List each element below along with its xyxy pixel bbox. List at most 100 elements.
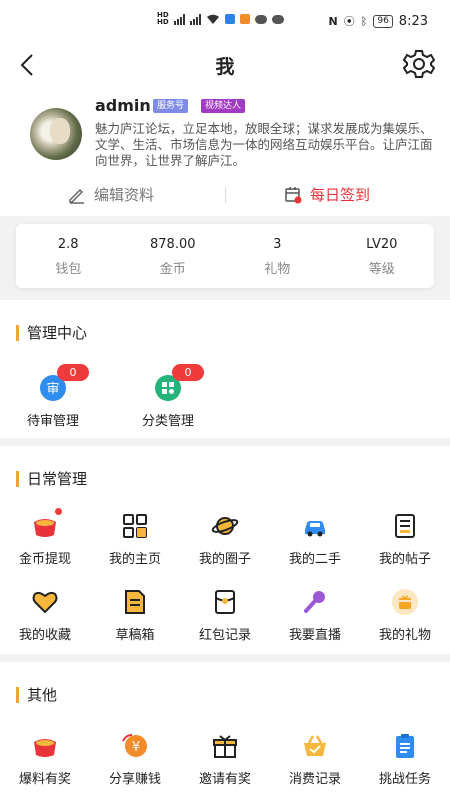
share-earn-item[interactable]: ¥ 分享赚钱 (90, 732, 180, 787)
item-label: 我的礼物 (378, 628, 431, 643)
my-favorites-item[interactable]: 我的收藏 (0, 588, 90, 643)
microphone-icon (301, 588, 329, 616)
item-label: 我的圈子 (198, 552, 251, 567)
invite-reward-item[interactable]: 邀请有奖 (180, 732, 270, 787)
item-label: 红包记录 (198, 628, 251, 643)
bio-text: 魅力庐江论坛，立足本地，放眼全球；谋求发展成为集娱乐、文学、生活、市场信息为一体… (95, 121, 433, 168)
stats-card: 2.8 钱包 878.00 金币 3 礼物 LV20 等级 (16, 224, 434, 288)
item-label: 分享赚钱 (108, 772, 161, 787)
stat-coins[interactable]: 878.00 金币 (121, 224, 226, 288)
daily-header: 日常管理 (16, 468, 87, 489)
profile-actions: 编辑资料 每日签到 (0, 184, 450, 206)
item-label: 我的主页 (108, 552, 161, 567)
item-label: 我的帖子 (378, 552, 431, 567)
share-money-icon: ¥ (121, 732, 149, 760)
stat-gifts[interactable]: 3 礼物 (225, 224, 330, 288)
signal-icon (173, 13, 185, 25)
section-title: 日常管理 (27, 470, 88, 488)
section-title: 管理中心 (27, 324, 88, 342)
drafts-item[interactable]: 草稿箱 (90, 588, 180, 643)
edit-profile-button[interactable]: 编辑资料 (68, 184, 154, 205)
tip-reward-item[interactable]: 爆料有奖 (0, 732, 90, 787)
management-header: 管理中心 (16, 322, 87, 343)
pencil-icon (69, 188, 84, 204)
item-label: 我要直播 (288, 628, 341, 643)
svg-text:审: 审 (46, 382, 59, 397)
section-accent (16, 324, 19, 341)
gear-icon[interactable] (402, 47, 436, 81)
red-envelope-icon (211, 588, 239, 616)
post-icon (391, 512, 419, 540)
other-section: 其他 爆料有奖 ¥ 分享赚钱 邀请有奖 消费记录 挑战任务 (0, 662, 450, 800)
consumption-record-item[interactable]: 消费记录 (270, 732, 360, 787)
action-divider (225, 187, 226, 203)
avatar[interactable] (30, 108, 82, 160)
stat-value: 3 (273, 237, 282, 252)
section-accent (16, 686, 19, 703)
profile-section: admin 服务号 视频达人 魅力庐江论坛，立足本地，放眼全球；谋求发展成为集娱… (0, 88, 450, 216)
chat-icon (271, 14, 284, 24)
pending-review-icon: 审 0 (39, 364, 89, 402)
clipboard-icon (391, 732, 419, 760)
my-homepage-item[interactable]: 我的主页 (90, 512, 180, 567)
stat-label: 钱包 (55, 262, 82, 277)
service-badge: 服务号 (153, 99, 189, 113)
category-manage-item[interactable]: 0 分类管理 (123, 364, 213, 429)
wechat-icon (254, 14, 267, 24)
draft-icon (121, 588, 149, 616)
stat-label: 金币 (159, 262, 186, 277)
signal-icon-2 (189, 13, 201, 25)
other-header: 其他 (16, 684, 57, 705)
svg-text:¥: ¥ (132, 740, 140, 755)
pending-review-item[interactable]: 审 0 待审管理 (8, 364, 98, 429)
coin-withdraw-icon (31, 508, 62, 540)
item-label: 邀请有奖 (198, 772, 251, 787)
item-label: 消费记录 (288, 772, 341, 787)
my-gifts-item[interactable]: 我的礼物 (360, 588, 450, 643)
daily-section: 日常管理 金币提现 我的主页 我的圈子 我的二手 我的帖子 我的收藏 草稿箱 红… (0, 446, 450, 654)
stat-level[interactable]: LV20 等级 (330, 224, 435, 288)
edit-profile-label: 编辑资料 (94, 186, 155, 204)
my-posts-item[interactable]: 我的帖子 (360, 512, 450, 567)
stat-label: 礼物 (264, 262, 291, 277)
management-section: 管理中心 审 0 待审管理 0 分类管理 (0, 300, 450, 438)
item-label: 分类管理 (141, 414, 194, 429)
daily-checkin-label: 每日签到 (310, 186, 371, 204)
notification-dot (55, 508, 62, 515)
go-live-item[interactable]: 我要直播 (270, 588, 360, 643)
daily-checkin-button[interactable]: 每日签到 (284, 184, 370, 205)
homepage-grid-icon (121, 512, 149, 540)
section-title: 其他 (27, 686, 58, 704)
username: admin (95, 96, 151, 115)
stat-label: 等级 (368, 262, 395, 277)
category-manage-icon: 0 (154, 364, 204, 402)
bluetooth-icon: ᛒ (360, 14, 368, 28)
challenge-task-item[interactable]: 挑战任务 (360, 732, 450, 787)
item-label: 金币提现 (18, 552, 71, 567)
app-icon-orange (239, 14, 250, 24)
battery-icon: 96 (373, 14, 393, 28)
hd-icon: HD HD (157, 11, 169, 26)
calendar-icon (285, 186, 302, 203)
count-badge: 0 (172, 364, 204, 381)
item-label: 爆料有奖 (18, 772, 71, 787)
item-label: 我的二手 (288, 552, 341, 567)
item-label: 我的收藏 (18, 628, 71, 643)
stat-wallet[interactable]: 2.8 钱包 (16, 224, 121, 288)
wifi-icon (206, 14, 219, 24)
my-circle-item[interactable]: 我的圈子 (180, 512, 270, 567)
red-envelope-item[interactable]: 红包记录 (180, 588, 270, 643)
gift-box-icon (391, 588, 419, 616)
stat-value: LV20 (366, 237, 398, 252)
coin-withdraw-item[interactable]: 金币提现 (0, 508, 90, 567)
my-secondhand-item[interactable]: 我的二手 (270, 512, 360, 567)
invite-gift-icon (211, 732, 239, 760)
section-accent (16, 470, 19, 487)
status-icons-left: HD HD (157, 12, 284, 26)
shopping-basket-icon (301, 732, 329, 760)
heart-icon (31, 588, 59, 616)
count-badge: 0 (57, 364, 89, 381)
app-icon-blue (224, 14, 235, 24)
page-title: 我 (215, 56, 235, 78)
nav-bar: 我 (0, 42, 450, 88)
